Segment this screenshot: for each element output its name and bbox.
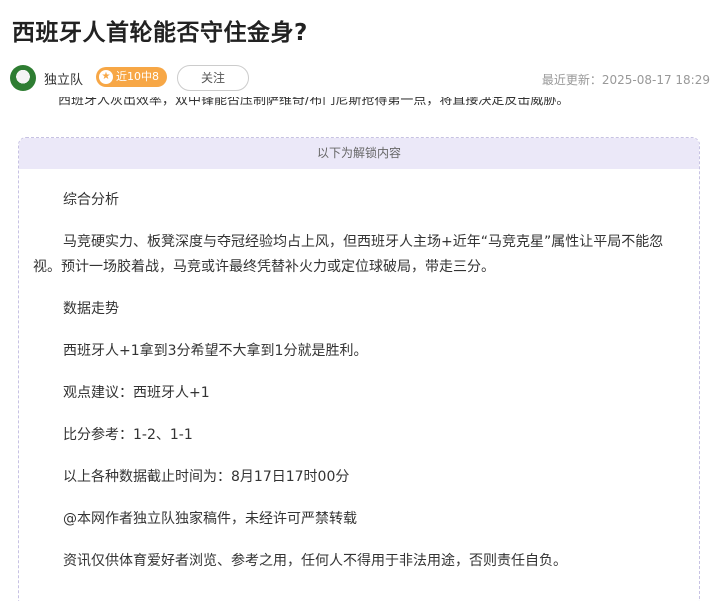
partial-line-text: 西班牙人灰出效率，双中锋能否压制萨维奇/布门尼斯抢得第一点，将直接决定反击威胁。 [58,97,570,108]
copyright-notice: @本网作者独立队独家稿件，未经许可严禁转载 [63,511,357,527]
author-name[interactable]: 独立队 [44,69,83,88]
trend-paragraph: 西班牙人+1拿到3分希望不大拿到1分就是胜利。 [63,343,368,359]
article-page: 西班牙人首轮能否守住金身? 独立队 ★ 近10中8 关注 最近更新：2025-0… [0,0,711,601]
score-reference: 比分参考：1-2、1-1 [63,427,193,443]
partially-hidden-line: 西班牙人灰出效率，双中锋能否压制萨维奇/布门尼斯抢得第一点，将直接决定反击威胁。 [58,97,708,109]
recommendation: 观点建议：西班牙人+1 [63,385,210,401]
updated-timestamp: 最近更新：2025-08-17 18:29 [541,73,710,87]
section-heading-analysis: 综合分析 [63,192,119,208]
unlocked-content-body: 综合分析 马竞硬实力、板凳深度与夺冠经验均占上风，但西班牙人主场+近年“马竞克星… [19,188,699,574]
disclaimer: 资讯仅供体育爱好者浏览、参考之用，任何人不得用于非法用途，否则责任自负。 [63,553,567,569]
accuracy-badge: ★ 近10中8 [96,67,167,87]
data-cutoff-time: 以上各种数据截止时间为：8月17日17时00分 [63,469,350,485]
star-icon: ★ [99,70,113,84]
unlocked-content-header: 以下为解锁内容 [19,138,699,169]
analysis-paragraph: 马竞硬实力、板凳深度与夺冠经验均占上风，但西班牙人主场+近年“马竞克星”属性让平… [33,234,664,275]
section-heading-trend: 数据走势 [63,301,119,317]
unlocked-content-box: 以下为解锁内容 综合分析 马竞硬实力、板凳深度与夺冠经验均占上风，但西班牙人主场… [18,137,700,601]
follow-button[interactable]: 关注 [177,65,249,91]
soccer-ball-avatar-icon[interactable] [10,65,36,91]
badge-label: 近10中8 [116,70,159,83]
author-bar: 独立队 ★ 近10中8 关注 最近更新：2025-08-17 18:29 [10,63,710,93]
article-title: 西班牙人首轮能否守住金身? [12,20,308,46]
